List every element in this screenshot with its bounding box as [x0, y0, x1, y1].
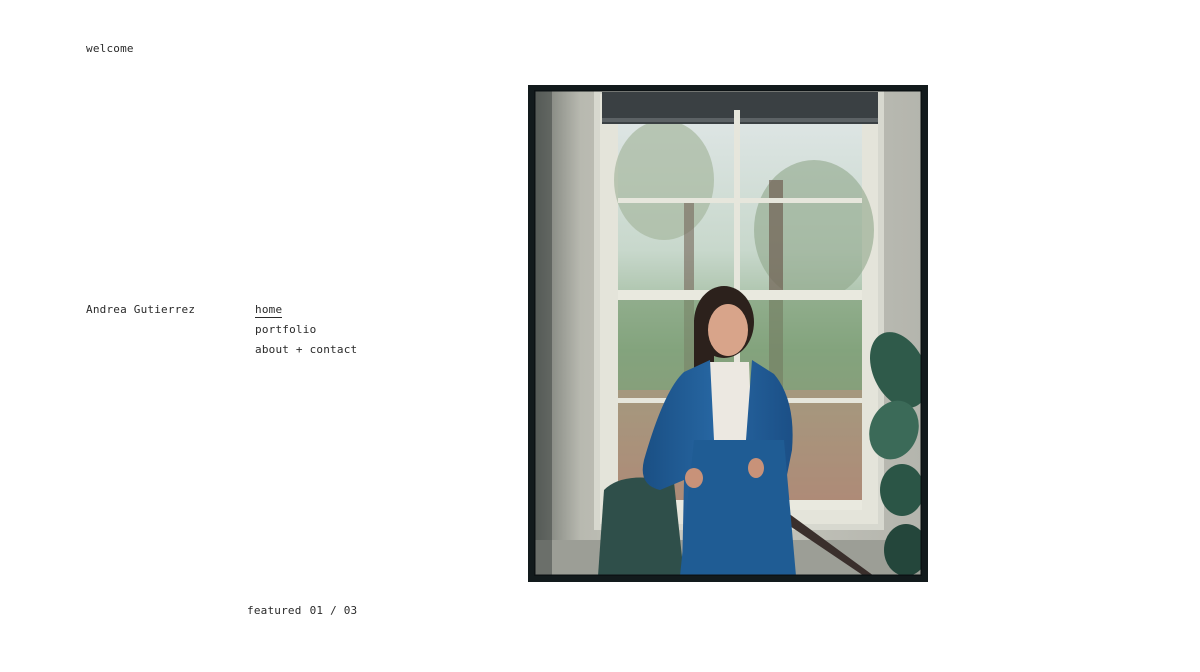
nav-item-portfolio: portfolio	[255, 323, 357, 343]
site-owner-name[interactable]: Andrea Gutierrez	[86, 303, 195, 316]
main-nav: home portfolio about + contact	[255, 303, 357, 363]
featured-current-index: 01	[309, 604, 324, 617]
featured-total: 03	[343, 604, 358, 617]
featured-photo[interactable]	[528, 85, 928, 582]
nav-link-portfolio[interactable]: portfolio	[255, 323, 316, 336]
featured-photo-image	[534, 90, 922, 576]
featured-counter: featured 01 / 03	[247, 604, 357, 617]
nav-item-home: home	[255, 303, 357, 323]
nav-item-about-contact: about + contact	[255, 343, 357, 363]
featured-label: featured	[247, 604, 302, 617]
nav-link-home[interactable]: home	[255, 303, 283, 318]
nav-link-about-contact[interactable]: about + contact	[255, 343, 357, 356]
welcome-text: welcome	[86, 42, 134, 55]
featured-divider: /	[330, 604, 337, 617]
